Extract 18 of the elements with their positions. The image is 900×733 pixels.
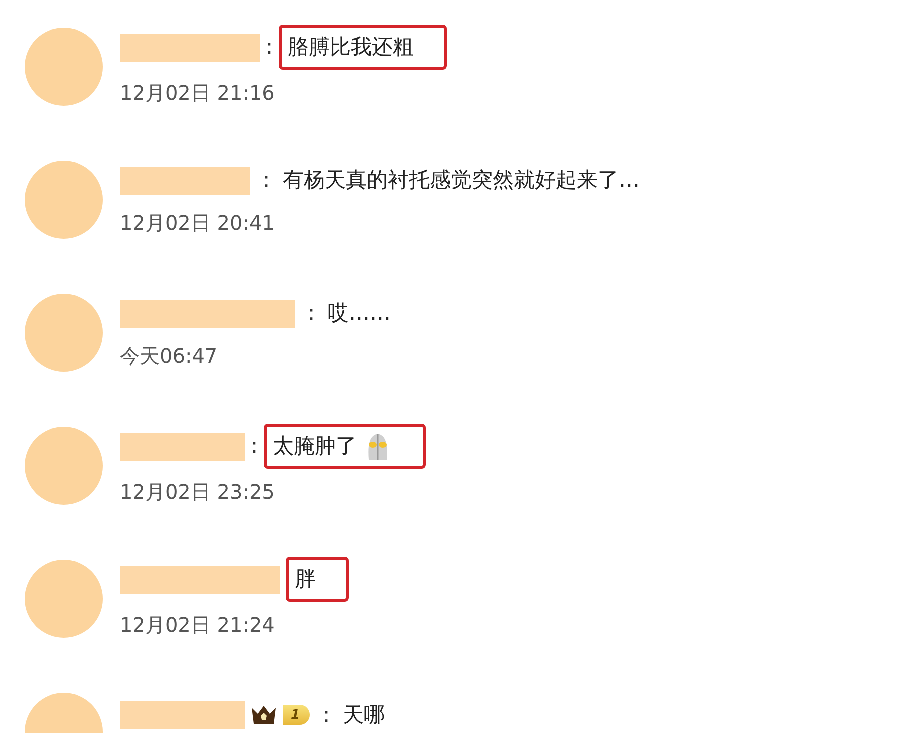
colon: : [251, 432, 258, 460]
crown-icon [251, 704, 277, 726]
timestamp: 今天06:47 [120, 343, 219, 370]
colon: ： [316, 702, 338, 728]
timestamp: 12月02日 21:16 [120, 80, 276, 108]
comment-text: 胳膊比我还粗 [288, 34, 414, 61]
colon: : [266, 34, 274, 61]
timestamp: 12月02日 21:24 [120, 612, 276, 640]
colon: ： [301, 300, 322, 327]
comment-text: 哎…… [328, 300, 391, 325]
comment-text: 有杨天真的衬托感觉突然就好起来了… [283, 168, 640, 192]
comment-text: 胖 [295, 566, 316, 593]
colon: ： [256, 166, 277, 194]
timestamp: 12月02日 20:41 [120, 210, 276, 238]
timestamp: 12月02日 23:25 [120, 479, 276, 506]
comment-text: 天哪 [343, 702, 386, 726]
level-badge: 1 [283, 705, 310, 726]
comment-text: 太腌肿了 [273, 432, 358, 460]
